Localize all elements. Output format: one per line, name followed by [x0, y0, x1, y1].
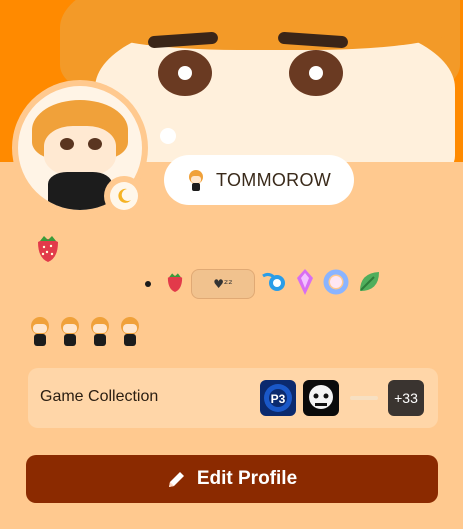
sleeping-heart-badge[interactable]: ♥ᶻᶻ [191, 269, 255, 299]
moon-icon [110, 182, 138, 210]
mini-avatar [118, 316, 142, 348]
blue-orb-badge[interactable] [261, 270, 289, 298]
activity-status [104, 176, 144, 216]
game-collection-label: Game Collection [40, 388, 159, 405]
status-text: TOMMOROW [216, 169, 332, 190]
svg-text:P3: P3 [271, 392, 286, 406]
mini-avatar [58, 316, 82, 348]
more-games-badge[interactable]: +33 [388, 380, 424, 416]
pink-crystal-badge[interactable] [295, 268, 315, 300]
badge-row: ♥ᶻᶻ [145, 268, 381, 300]
edit-profile-label: Edit Profile [196, 468, 298, 489]
custom-status-bubble[interactable]: TOMMOROW [164, 155, 354, 205]
strawberry-icon[interactable] [165, 270, 185, 298]
game-collection[interactable]: Game Collection P3 +33 [28, 368, 438, 428]
mutual-friends[interactable] [28, 316, 142, 348]
mini-avatar [88, 316, 112, 348]
blue-ring-badge[interactable] [321, 268, 351, 300]
chibi-avatar-icon [184, 168, 208, 192]
p3-game-icon[interactable]: P3 [260, 380, 296, 416]
edit-profile-button[interactable]: Edit Profile [26, 455, 438, 503]
profile-card: TOMMOROW ♥ᶻᶻ Game Collection P3 +33 Edit… [0, 0, 463, 529]
green-leaf-badge[interactable] [357, 269, 381, 299]
faded-game-icon[interactable] [346, 380, 382, 416]
strawberry-icon [34, 232, 62, 268]
skull-game-icon[interactable] [303, 380, 339, 416]
pencil-icon [168, 472, 184, 487]
mini-avatar [28, 316, 52, 348]
